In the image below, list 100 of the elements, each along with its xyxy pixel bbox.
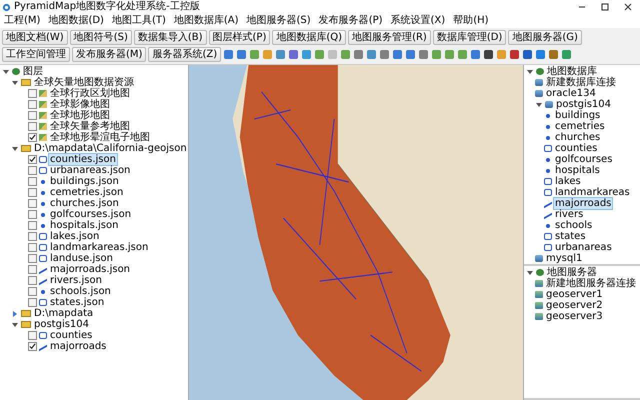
- tree-item[interactable]: counties.json: [49, 154, 117, 165]
- layer-checkbox[interactable]: [28, 210, 37, 219]
- point-layer-icon: [546, 114, 550, 118]
- layer-checkbox[interactable]: [28, 232, 37, 241]
- layer-checkbox[interactable]: [28, 243, 37, 252]
- tree-item[interactable]: landmarkareas.json: [49, 242, 150, 253]
- menu-item[interactable]: 系统设置(X): [390, 15, 446, 27]
- point-layer-icon: [41, 212, 45, 216]
- toolbar-button[interactable]: 地图数据库(Q): [272, 30, 346, 45]
- tree-item[interactable]: majorroads: [554, 198, 612, 209]
- layer-checkbox[interactable]: [28, 100, 37, 109]
- layer-checkbox[interactable]: [28, 155, 37, 164]
- menu-item[interactable]: 发布服务器(P): [318, 15, 383, 27]
- tree-item[interactable]: 全球地形晕渲电子地图: [49, 132, 151, 143]
- tree-item[interactable]: 全球影像地图: [49, 99, 111, 110]
- layer-checkbox[interactable]: [28, 133, 37, 142]
- tree-item[interactable]: 图层: [22, 66, 44, 77]
- toolbar-button[interactable]: 地图文档(W): [2, 30, 68, 45]
- layer-checkbox[interactable]: [28, 166, 37, 175]
- tree-item[interactable]: golfcourses.json: [49, 209, 132, 220]
- layer-checkbox[interactable]: [28, 331, 37, 340]
- layers-icon: [12, 68, 20, 75]
- layer-checkbox[interactable]: [28, 89, 37, 98]
- menu-item[interactable]: 地图服务器(S): [246, 15, 311, 27]
- menu-item[interactable]: 地图数据库(A): [174, 15, 239, 27]
- layer-checkbox[interactable]: [28, 199, 37, 208]
- tree-item[interactable]: hospitals.json: [49, 220, 120, 231]
- toolbar-button[interactable]: 地图服务器(G): [508, 30, 582, 45]
- layer-checkbox[interactable]: [28, 188, 37, 197]
- menu-item[interactable]: 地图数据(D): [48, 15, 104, 27]
- toolbar-button[interactable]: 工作空间管理: [2, 47, 70, 62]
- layer-checkbox[interactable]: [28, 265, 37, 274]
- toolbar-button[interactable]: 数据库管理(D): [432, 30, 506, 45]
- tree-item[interactable]: D:\mapdata\California-geojson: [33, 143, 188, 154]
- tree-item[interactable]: rivers: [554, 209, 584, 220]
- point-layer-icon: [546, 124, 550, 128]
- tree-item[interactable]: geoserver2: [545, 300, 604, 311]
- tree-item[interactable]: cemetries: [554, 121, 606, 132]
- tree-item[interactable]: majorroads.json: [49, 264, 132, 275]
- toolbar-button[interactable]: 服务器系统(Z): [148, 47, 222, 62]
- toolbar-button[interactable]: 发布服务器(M): [72, 47, 146, 62]
- tree-item[interactable]: geoserver1: [545, 289, 604, 300]
- tree-item[interactable]: lakes.json: [49, 231, 100, 242]
- layer-checkbox[interactable]: [28, 298, 37, 307]
- tree-item[interactable]: schools: [554, 220, 594, 231]
- polygon-layer-icon: [39, 332, 47, 339]
- tree-item[interactable]: landuse.json: [49, 253, 114, 264]
- tree-item[interactable]: 全球矢量参考地图: [49, 121, 131, 132]
- tree-item[interactable]: golfcourses: [554, 154, 614, 165]
- tree-item[interactable]: counties: [554, 143, 598, 154]
- menu-item[interactable]: 地图工具(T): [112, 15, 166, 27]
- point-layer-icon: [41, 202, 45, 206]
- menu-item[interactable]: 帮助(H): [453, 15, 489, 27]
- layer-checkbox[interactable]: [28, 254, 37, 263]
- tree-item[interactable]: mysql1: [545, 253, 584, 264]
- tree-item[interactable]: buildings.json: [49, 176, 120, 187]
- tree-item[interactable]: 全球行政区划地图: [49, 88, 131, 99]
- layer-checkbox[interactable]: [28, 342, 37, 351]
- point-layer-icon: [41, 290, 45, 294]
- tree-item[interactable]: postgis104: [33, 319, 90, 330]
- tree-item[interactable]: landmarkareas: [554, 187, 631, 198]
- tree-item[interactable]: majorroads: [49, 341, 108, 352]
- layer-checkbox[interactable]: [28, 111, 37, 120]
- tree-item[interactable]: D:\mapdata: [33, 308, 94, 319]
- tree-item[interactable]: postgis104: [555, 99, 612, 110]
- tree-item[interactable]: lakes: [554, 176, 582, 187]
- layer-checkbox[interactable]: [28, 122, 37, 131]
- tree-item[interactable]: 全球地形地图: [49, 110, 111, 121]
- tree-item[interactable]: churches.json: [49, 198, 120, 209]
- tree-item[interactable]: buildings: [554, 110, 602, 121]
- tree-item[interactable]: schools.json: [49, 286, 112, 297]
- layer-checkbox[interactable]: [28, 221, 37, 230]
- tree-item[interactable]: geoserver3: [545, 311, 604, 322]
- tree-item[interactable]: 地图数据库: [546, 66, 598, 77]
- tree-item[interactable]: states: [554, 231, 587, 242]
- toolbar-button[interactable]: 地图服务管理(R): [348, 30, 431, 45]
- tree-item[interactable]: cemetries.json: [49, 187, 124, 198]
- point-layer-icon: [546, 136, 550, 140]
- tree-item[interactable]: 全球矢量地图数据资源: [33, 77, 135, 88]
- toolbar-button[interactable]: 数据集导入(B): [134, 30, 207, 45]
- layer-checkbox[interactable]: [28, 287, 37, 296]
- tree-item[interactable]: rivers.json: [49, 275, 103, 286]
- tree-item[interactable]: 新建数据库连接: [545, 77, 617, 88]
- layer-checkbox[interactable]: [28, 276, 37, 285]
- tree-item[interactable]: churches: [554, 132, 602, 143]
- tree-item[interactable]: counties: [49, 330, 94, 341]
- tree-item[interactable]: oracle134: [545, 88, 597, 99]
- toolbar-button[interactable]: 地图符号(S): [70, 30, 132, 45]
- tree-item[interactable]: states.json: [49, 297, 106, 308]
- layers-icon: [536, 269, 544, 276]
- expander-icon[interactable]: [13, 310, 17, 316]
- layer-checkbox[interactable]: [28, 177, 37, 186]
- tree-item[interactable]: urbanareas.json: [49, 165, 132, 176]
- tree-item[interactable]: 新建地图服务器连接: [545, 278, 637, 289]
- tree-item[interactable]: hospitals: [554, 165, 601, 176]
- point-layer-icon: [546, 168, 550, 172]
- toolbar-button[interactable]: 图层样式(P): [208, 30, 270, 45]
- tree-item[interactable]: urbanareas: [554, 242, 613, 253]
- tree-item[interactable]: 地图服务器: [546, 267, 598, 278]
- menu-item[interactable]: 工程(M): [4, 15, 40, 27]
